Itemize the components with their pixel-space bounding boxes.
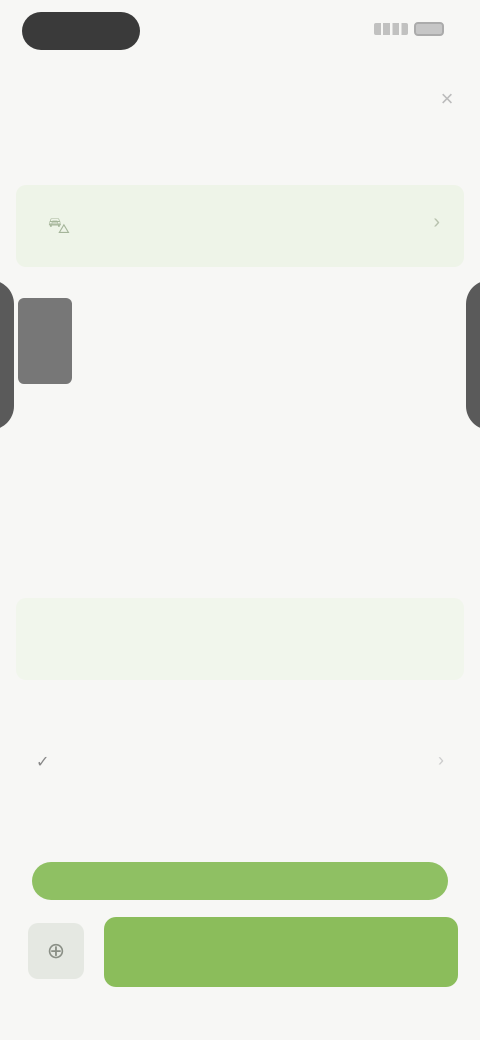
payment-card[interactable] <box>16 598 464 680</box>
car-icon: ⛍ <box>47 213 71 238</box>
add-icon[interactable]: ⊕ <box>28 923 84 979</box>
check-icon: ✓ <box>36 754 50 771</box>
battery-icon <box>414 22 444 36</box>
secondary-action-button[interactable] <box>32 862 448 900</box>
header: × <box>0 70 480 130</box>
status-icons <box>374 22 444 36</box>
right-edge-handle[interactable] <box>466 280 480 430</box>
primary-action-button[interactable] <box>104 917 458 987</box>
chevron-right-icon: › <box>438 750 444 770</box>
chevron-right-icon: › <box>433 211 440 233</box>
list-item[interactable]: ✓ › <box>16 738 464 784</box>
left-edge-handle[interactable] <box>0 280 14 430</box>
avatar <box>18 298 72 384</box>
bottom-action-bar: ⊕ <box>0 905 480 1005</box>
status-time-pill <box>22 12 140 50</box>
signal-icon <box>374 23 408 35</box>
status-bar <box>0 0 480 64</box>
vehicle-selector[interactable]: ⛍ › <box>16 185 464 267</box>
close-icon[interactable]: × <box>432 84 462 114</box>
